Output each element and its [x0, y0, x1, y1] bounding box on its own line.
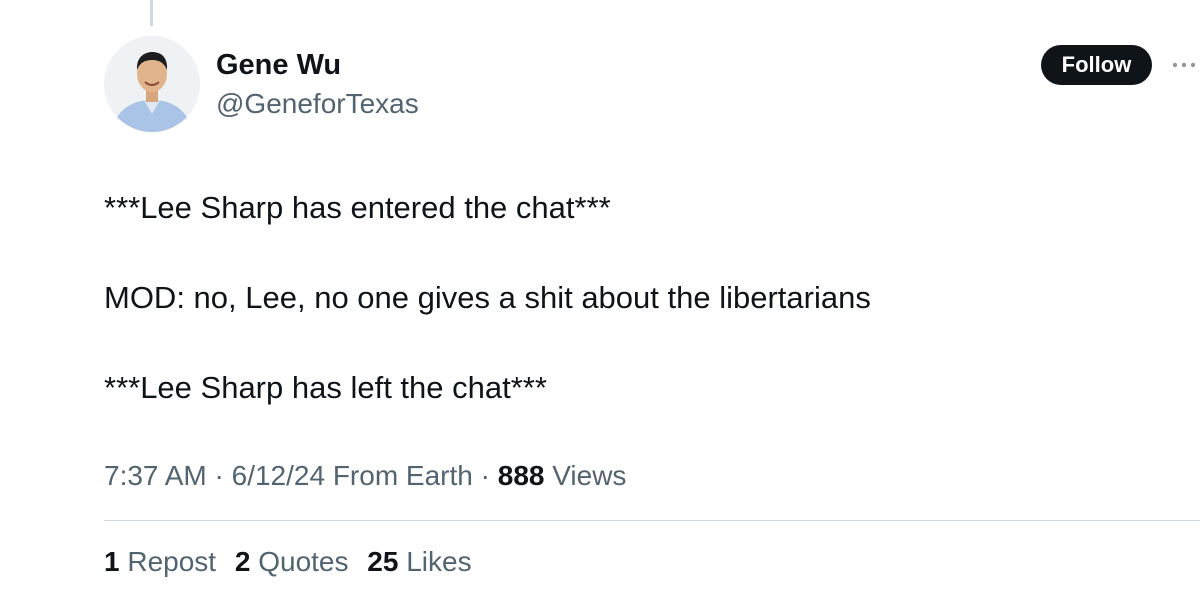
author-name[interactable]: Gene Wu [216, 48, 341, 82]
tweet-metadata: 7:37 AM · 6/12/24 From Earth · 888 Views [104, 459, 626, 493]
likes-stat[interactable]: 25 Likes [367, 545, 471, 579]
author-handle[interactable]: @GeneforTexas [216, 87, 419, 121]
more-horizontal-icon[interactable] [1169, 55, 1199, 75]
reposts-count: 1 [104, 546, 120, 577]
quotes-stat[interactable]: 2 Quotes [235, 545, 349, 579]
tweet-text-line: ***Lee Sharp has left the chat*** [104, 370, 547, 405]
tweet-text-line: MOD: no, Lee, no one gives a shit about … [104, 280, 871, 315]
tweet-time[interactable]: 7:37 AM [104, 460, 207, 491]
quotes-count: 2 [234, 546, 251, 577]
thread-connector-line [150, 0, 153, 26]
tweet-date[interactable]: 6/12/24 [232, 460, 325, 491]
likes-label: Likes [406, 546, 472, 577]
reposts-label: Repost [127, 546, 217, 577]
separator-dot: · [480, 460, 498, 491]
views-count[interactable]: 888 [498, 460, 545, 491]
views-label[interactable]: Views [552, 460, 626, 491]
separator-dot: · [214, 460, 232, 491]
quotes-label: Quotes [258, 546, 349, 577]
engagement-stats: 1 Repost 2 Quotes 25 Likes [104, 545, 483, 579]
likes-count: 25 [367, 546, 399, 577]
tweet-text-line: ***Lee Sharp has entered the chat*** [104, 190, 611, 225]
profile-photo-icon [104, 36, 200, 132]
reposts-stat[interactable]: 1 Repost [104, 545, 216, 579]
avatar[interactable] [104, 36, 200, 132]
divider [104, 520, 1200, 521]
tweet-source: From Earth [332, 460, 473, 491]
follow-button[interactable]: Follow [1041, 45, 1152, 85]
